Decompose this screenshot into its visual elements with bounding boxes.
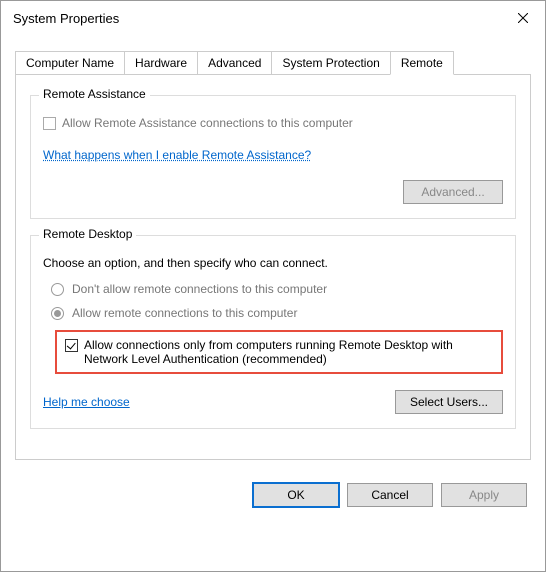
select-users-button[interactable]: Select Users... [395, 390, 503, 414]
checkbox-allow-remote-assistance[interactable]: Allow Remote Assistance connections to t… [43, 116, 503, 130]
group-remote-assistance: Remote Assistance Allow Remote Assistanc… [30, 95, 516, 219]
radio-label: Allow remote connections to this compute… [72, 306, 297, 320]
dialog-buttons: OK Cancel Apply [1, 473, 545, 521]
tab-hardware[interactable]: Hardware [124, 51, 198, 75]
checkbox-label: Allow Remote Assistance connections to t… [62, 116, 353, 130]
radio-label: Don't allow remote connections to this c… [72, 282, 327, 296]
tabstrip: Computer Name Hardware Advanced System P… [1, 35, 545, 75]
radio-disallow-remote[interactable]: Don't allow remote connections to this c… [51, 282, 503, 296]
group-legend: Remote Assistance [39, 87, 150, 101]
link-row: What happens when I enable Remote Assist… [43, 148, 503, 162]
group-legend: Remote Desktop [39, 227, 136, 241]
titlebar: System Properties [1, 1, 545, 35]
tab-advanced[interactable]: Advanced [197, 51, 272, 75]
link-help-me-choose[interactable]: Help me choose [43, 395, 130, 409]
checkbox-nla[interactable]: Allow connections only from computers ru… [65, 338, 493, 366]
tab-system-protection[interactable]: System Protection [271, 51, 390, 75]
highlighted-nla-option: Allow connections only from computers ru… [55, 330, 503, 374]
link-remote-assistance-help[interactable]: What happens when I enable Remote Assist… [43, 148, 311, 162]
advanced-button[interactable]: Advanced... [403, 180, 503, 204]
window-title: System Properties [13, 11, 119, 26]
tab-panel-remote: Remote Assistance Allow Remote Assistanc… [15, 74, 531, 460]
intro-text: Choose an option, and then specify who c… [43, 256, 503, 270]
radio-icon [51, 307, 64, 320]
tab-computer-name[interactable]: Computer Name [15, 51, 125, 75]
radio-allow-remote[interactable]: Allow remote connections to this compute… [51, 306, 503, 320]
ok-button[interactable]: OK [253, 483, 339, 507]
checkbox-label: Allow connections only from computers ru… [84, 338, 493, 366]
checkbox-icon [65, 339, 78, 352]
cancel-button[interactable]: Cancel [347, 483, 433, 507]
checkbox-icon [43, 117, 56, 130]
radio-icon [51, 283, 64, 296]
close-icon [518, 13, 528, 23]
group-remote-desktop: Remote Desktop Choose an option, and the… [30, 235, 516, 429]
apply-button[interactable]: Apply [441, 483, 527, 507]
tab-remote[interactable]: Remote [390, 51, 454, 75]
close-button[interactable] [501, 3, 545, 33]
